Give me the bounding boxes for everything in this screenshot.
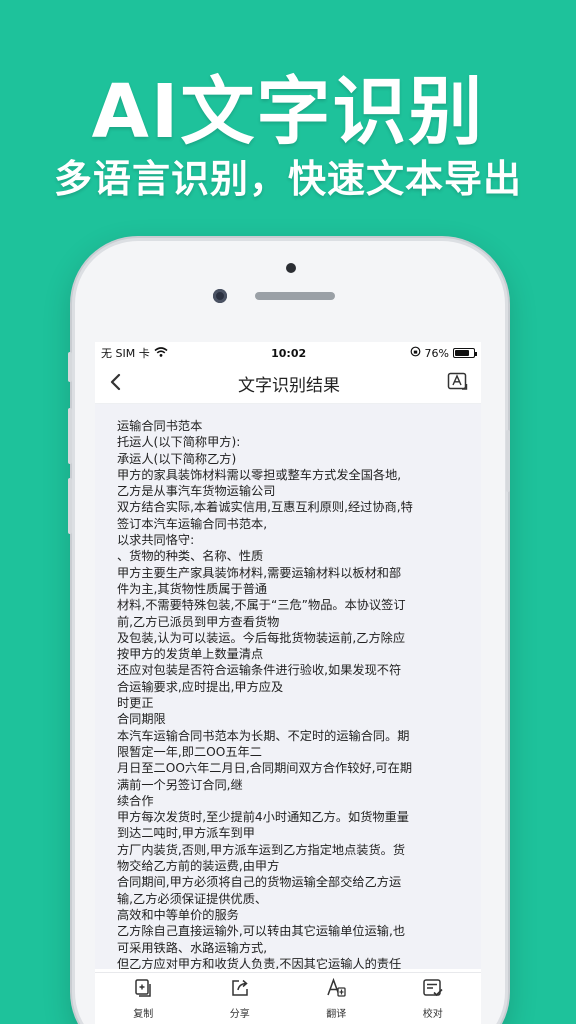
text-line: 物交给乙方前的装运费,由甲方 [117, 859, 280, 874]
status-bar: 无 SIM 卡 10:02 76% [95, 342, 481, 364]
text-line: 按甲方的发货单上数量清点 [117, 647, 264, 662]
chevron-left-icon [109, 373, 121, 395]
volume-down-button [68, 478, 72, 534]
battery-percent: 76% [424, 346, 449, 360]
promo-subline: 多语言识别，快速文本导出 [53, 157, 522, 201]
earpiece-speaker [255, 292, 335, 300]
text-line: 还应对包装是否符合运输条件进行验收,如果发现不符 [117, 663, 402, 678]
translate-icon [325, 977, 347, 1002]
text-line: 前,乙方已派员到甲方查看货物 [117, 614, 280, 629]
text-line: 甲方主要生产家具装饰材料,需要运输材料以板材和部 [117, 565, 402, 580]
tab-copy-label: 复制 [133, 1008, 154, 1020]
tab-translate[interactable]: 翻译 [306, 977, 366, 1020]
text-line: 到达二吨时,甲方派车到甲 [117, 826, 255, 841]
nav-bar: 文字识别结果 [95, 364, 481, 404]
proofread-icon [422, 978, 444, 1002]
text-line: 方厂内装货,否则,甲方派车运到乙方指定地点装货。货 [117, 842, 406, 857]
text-line: 月日至二OO六年二月日,合同期间双方合作较好,可在期 [117, 761, 413, 776]
copy-icon [133, 978, 153, 1002]
share-icon [230, 978, 250, 1002]
text-line: 签订本汽车运输合同书范本, [117, 516, 268, 531]
text-line: 甲方每次发货时,至少提前4小时通知乙方。如货物重量 [117, 810, 409, 825]
recognized-text-area[interactable]: 运输合同书范本托运人(以下简称甲方): 承运人(以下简称乙方) 甲方的家具装饰材料需… [95, 404, 481, 969]
tab-translate-label: 翻译 [326, 1008, 347, 1020]
mute-switch [68, 352, 72, 382]
text-line: 满前一个另签订合同,继 [117, 777, 243, 792]
app-screen: 无 SIM 卡 10:02 76% 文字识别结果 运输合同书范本 托运人(以下简… [95, 342, 481, 1024]
carrier-label: 无 SIM 卡 [101, 347, 150, 360]
text-line: 双方结合实际,本着诚实信用,互惠互利原则,经过协商,特 [117, 500, 413, 515]
proximity-sensor [286, 263, 296, 273]
text-line: 以求共同恪守: [117, 533, 195, 548]
text-line: 限暂定一年,即二OO五年二 [117, 744, 262, 759]
translate-icon [447, 372, 469, 396]
text-line: 甲方的家具装饰材料需以零担或整车方式发全国各地, [117, 467, 402, 482]
text-line: 及包装,认为可以装运。今后每批货物装运前,乙方除应 [117, 630, 406, 645]
back-button[interactable] [109, 369, 139, 399]
text-line: 续合作 [117, 793, 154, 808]
tab-copy[interactable]: 复制 [113, 978, 173, 1020]
text-line: 本汽车运输合同书范本为长期、不定时的运输合同。期 [117, 728, 410, 743]
promo-headline: AI文字识别 [91, 69, 485, 155]
orientation-lock-icon [410, 346, 421, 360]
text-line: 运输合同书范本 [117, 419, 203, 433]
text-line: 合同期间,甲方必须将自己的货物运输全部交给乙方运 [117, 875, 402, 890]
text-line: 合同期限 [117, 712, 166, 727]
text-line: 托运人(以下简称甲方): [117, 435, 241, 450]
tab-proofread[interactable]: 校对 [403, 978, 463, 1020]
status-time: 10:02 [271, 346, 307, 360]
tab-share-label: 分享 [229, 1008, 250, 1020]
battery-level [455, 350, 469, 356]
text-line: 乙方除自己直接运输外,可以转由其它运输单位运输,也 [117, 924, 406, 939]
text-line: 件为主,其货物性质属于普通 [117, 581, 268, 596]
text-line: 但乙方应对甲方和收货人负责,不因其它运输人的责任 [117, 956, 402, 969]
text-line: 高效和中等单价的服务 [117, 907, 239, 922]
translate-action-button[interactable] [439, 369, 469, 399]
text-line: 承运人(以下简称乙方) [117, 451, 237, 466]
battery-icon [453, 348, 477, 358]
wifi-icon [154, 346, 168, 360]
text-line: 输,乙方必须保证提供优质、 [117, 891, 268, 906]
power-button [506, 430, 510, 492]
tab-proofread-label: 校对 [422, 1008, 443, 1020]
text-line: 、货物的种类、名称、性质 [117, 549, 264, 564]
text-line: 可采用铁路、水路运输方式, [117, 940, 268, 955]
text-line: 合运输要求,应时提出,甲方应及 [117, 679, 284, 694]
text-line: 材料,不需要特殊包装,不属于“三危”物品。本协议签订 [117, 598, 406, 613]
bottom-toolbar: 复制 分享 翻译 校对 [95, 972, 481, 1024]
text-line: 时更正 [117, 696, 154, 711]
text-line: 乙方是从事汽车货物运输公司 [117, 484, 276, 499]
tab-share[interactable]: 分享 [210, 978, 270, 1020]
volume-up-button [68, 408, 72, 464]
front-camera-icon [213, 289, 227, 303]
page-title: 文字识别结果 [238, 376, 340, 396]
